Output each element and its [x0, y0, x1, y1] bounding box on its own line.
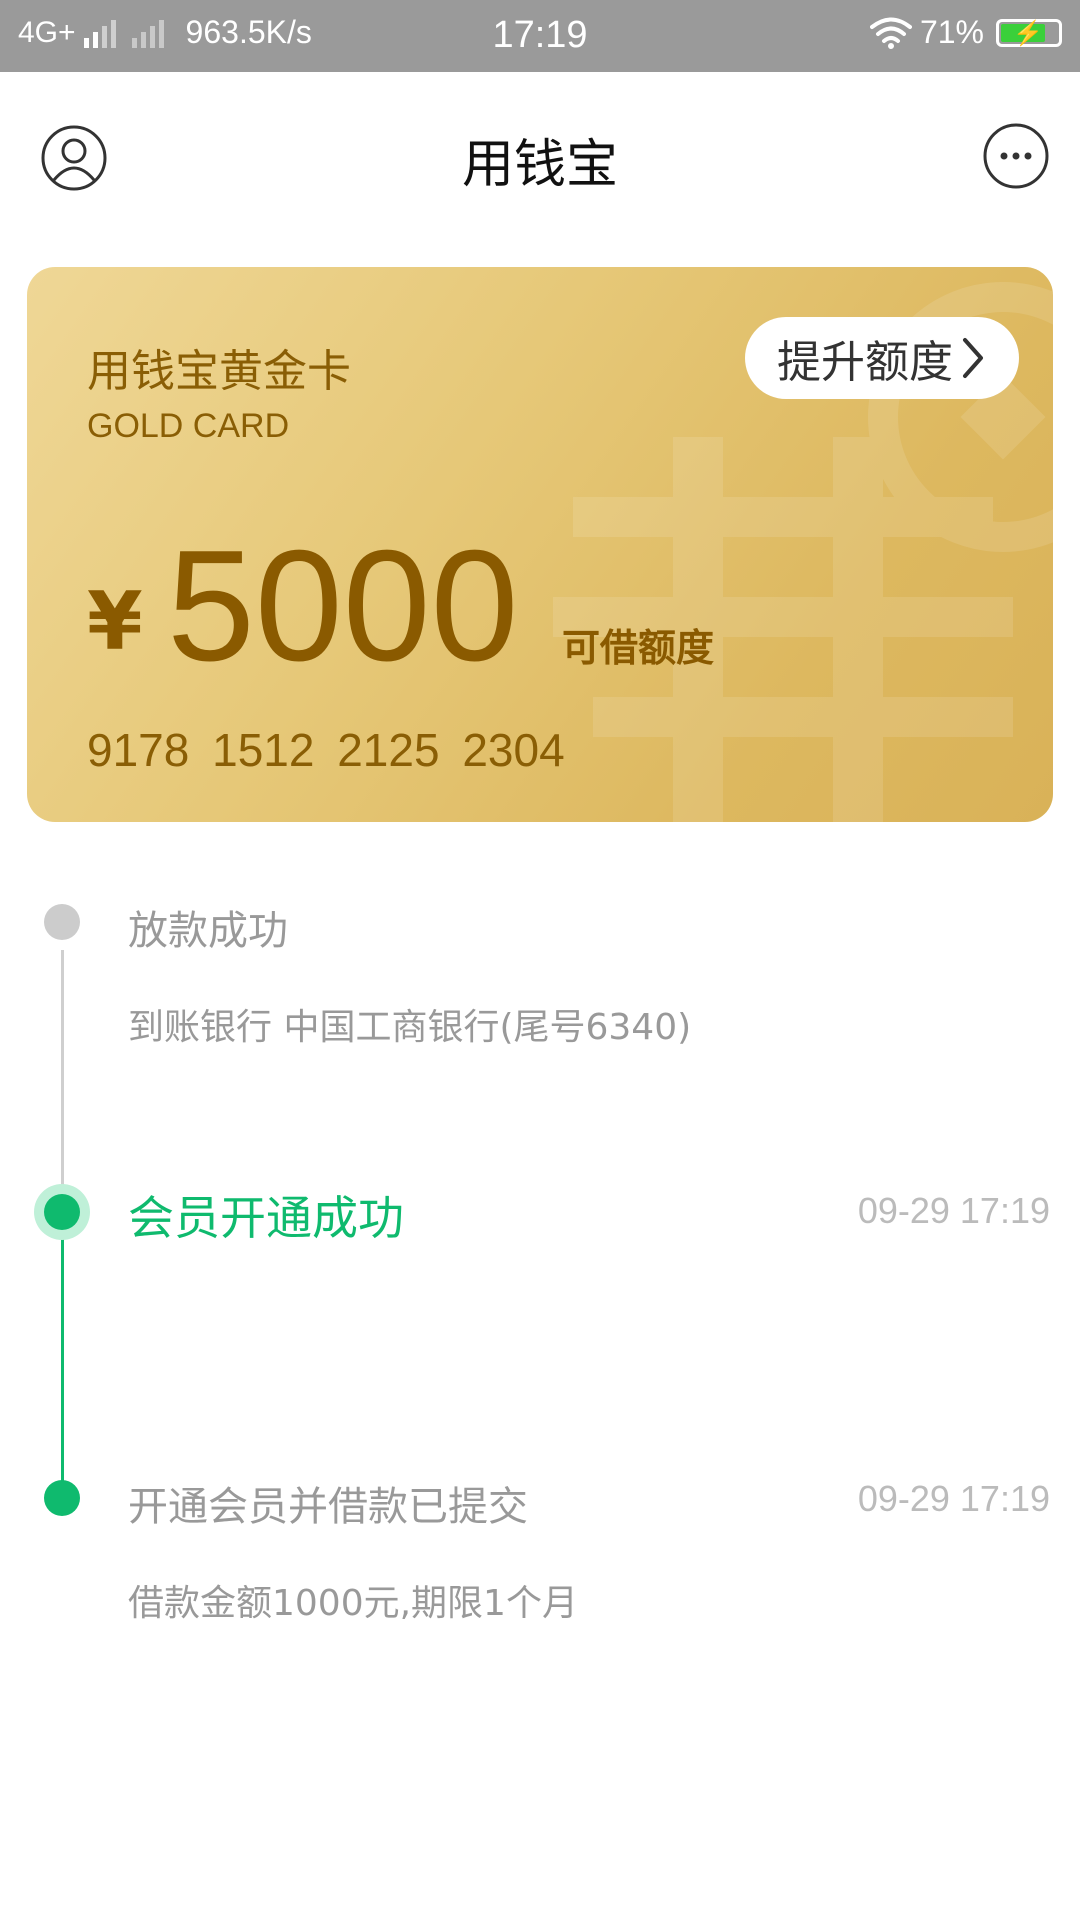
timeline-item-time: 09-29 17:19	[857, 1190, 1050, 1231]
chevron-right-icon	[963, 338, 983, 378]
battery-percent: 71%	[919, 14, 984, 50]
timeline-item-detail: 到账银行 中国工商银行(尾号6340)	[128, 1007, 692, 1048]
card-number: 9178 1512 2125 2304	[87, 724, 565, 776]
timeline-item-title: 放款成功	[128, 908, 288, 954]
timeline-connector-active	[61, 1210, 64, 1500]
more-icon[interactable]	[982, 122, 1050, 190]
status-right: 71% ⚡	[869, 14, 1062, 51]
credit-amount-label: 可借额度	[562, 626, 715, 670]
credit-amount: 5000	[167, 518, 519, 694]
timeline-dot-active	[34, 1184, 90, 1240]
timeline-item-title: 开通会员并借款已提交	[128, 1484, 528, 1530]
upgrade-limit-button[interactable]: 提升额度	[745, 317, 1019, 399]
card-subtitle: GOLD CARD	[87, 407, 290, 445]
page-title: 用钱宝	[461, 135, 618, 195]
card-title: 用钱宝黄金卡	[87, 346, 351, 397]
timeline-dot	[44, 1480, 80, 1516]
upgrade-label: 提升额度	[777, 337, 953, 388]
gold-card[interactable]: 用钱宝黄金卡 GOLD CARD 提升额度 ¥ 5000 可借额度 9178 1…	[27, 267, 1053, 822]
timeline-item-time: 09-29 17:19	[857, 1478, 1050, 1519]
wifi-icon	[869, 17, 912, 49]
battery-icon: ⚡	[996, 18, 1062, 47]
status-bar: 4G+ 963.5K/s 17:19 71% ⚡	[0, 0, 1080, 72]
timeline-dot	[44, 904, 80, 940]
timeline-item-title: 会员开通成功	[128, 1191, 404, 1245]
loan-timeline: 放款成功 到账银行 中国工商银行(尾号6340) 会员开通成功 09-29 17…	[0, 880, 1080, 1680]
nav-bar: 用钱宝	[0, 72, 1080, 242]
timeline-item-detail: 借款金额1000元,期限1个月	[128, 1583, 578, 1624]
currency-symbol: ¥	[87, 575, 143, 668]
